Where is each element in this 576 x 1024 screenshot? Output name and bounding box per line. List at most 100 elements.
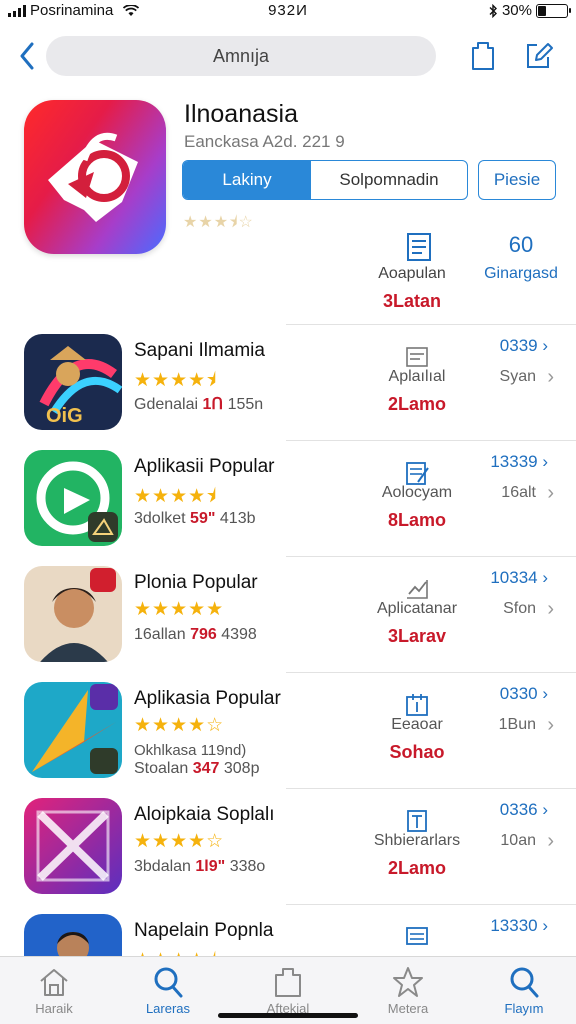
row-label: Aplicatanar — [376, 600, 458, 617]
app-logo-icon — [48, 132, 138, 222]
row-gray-value: 16alt — [501, 484, 536, 501]
document-edit-icon — [406, 462, 429, 485]
meta-red: 796 — [190, 626, 217, 643]
document-icon — [407, 233, 431, 261]
row-red-value: 8Lamo — [387, 510, 447, 530]
chart-icon — [407, 580, 428, 599]
row-label: Eeaoar — [391, 716, 443, 733]
bookmark-button[interactable] — [466, 36, 500, 74]
chevron-right-icon[interactable]: › — [547, 830, 554, 853]
row-red-value: 2Lamo — [387, 858, 447, 878]
row-action-icon — [404, 692, 430, 718]
tab-home[interactable]: Haraik — [4, 965, 104, 1016]
tab-featured[interactable]: Metera — [358, 965, 458, 1016]
edit-button[interactable] — [522, 36, 556, 74]
app-art-icon: OiG — [24, 334, 122, 430]
row-action-icon — [404, 460, 430, 486]
app-meta: Stoalan 347 308p — [134, 760, 259, 778]
status-right: 30% — [488, 2, 571, 19]
home-indicator — [218, 1013, 358, 1018]
back-button[interactable] — [12, 38, 42, 74]
meta-left: Gdenalai — [134, 396, 199, 413]
row-divider — [286, 440, 576, 441]
row-number-link[interactable]: 0330 › — [500, 684, 548, 704]
doc-icon — [407, 810, 427, 832]
rating-stars: ★★★★☆ — [134, 831, 225, 852]
list-item[interactable]: Aplikasii Popular ★★★★⯨ 3dolket 59" 413b Ao… — [0, 440, 576, 556]
status-bar: Posrinamina 932И 30% — [0, 0, 576, 22]
calendar-icon — [406, 694, 428, 716]
tab-search-2[interactable]: Flayım — [474, 965, 574, 1016]
row-divider — [286, 904, 576, 905]
chevron-right-icon[interactable]: › — [547, 482, 554, 505]
app-icon[interactable]: OiG — [24, 334, 122, 430]
meta-left: 3dolket — [134, 510, 186, 527]
preview-button[interactable]: Piesie — [478, 160, 556, 200]
row-divider — [286, 324, 576, 325]
row-gray-value: 10an — [500, 832, 536, 849]
search-icon — [154, 967, 183, 998]
tab-home-label: Haraik — [35, 1001, 73, 1016]
segmented-control: Lakiny Solpomnadin — [182, 160, 468, 200]
chevron-right-icon[interactable]: › — [547, 366, 554, 389]
list-item[interactable]: Plonia Popular ★★★★★ 16allan 796 4398 Aplic… — [0, 556, 576, 672]
list-item[interactable]: Napelain Popnla★★★★⯨13330 › — [0, 904, 576, 1010]
row-gray-value: 1Bun — [498, 716, 536, 733]
meta-right: 413b — [219, 510, 256, 527]
app-art-icon — [24, 450, 122, 546]
svg-text:OiG: OiG — [46, 405, 83, 427]
chevron-left-icon — [20, 42, 34, 70]
row-number-link[interactable]: 13330 › — [490, 916, 548, 936]
segment-left[interactable]: Lakiny — [183, 161, 311, 199]
edit-icon — [527, 43, 553, 68]
battery-fill — [538, 5, 547, 16]
list-item[interactable]: Aplikasia Popular ★★★★☆ Okhlkasa 119nd) Sto… — [0, 672, 576, 788]
hero-app-icon[interactable] — [24, 100, 166, 254]
row-red-value: 3Larav — [387, 626, 447, 646]
app-meta: Gdenalai 1Ո 155n — [134, 394, 263, 414]
row-label: Aplaılıal — [388, 368, 446, 385]
row-divider — [286, 556, 576, 557]
app-name: Napelain Popnla — [134, 920, 274, 941]
tray-icon — [406, 927, 428, 945]
app-icon[interactable] — [24, 450, 122, 546]
row-number-link[interactable]: 13339 › — [490, 452, 548, 472]
bookmark-icon — [472, 42, 494, 70]
app-name: Aplikasii Popular — [134, 456, 275, 477]
app-icon[interactable] — [24, 798, 122, 894]
row-label: Aolocyam — [381, 484, 453, 501]
nav-bar: Amnıja — [0, 34, 576, 78]
tab-search[interactable]: Lareras — [118, 965, 218, 1016]
tab-bag[interactable]: Aftekial — [238, 965, 338, 1016]
app-icon[interactable] — [24, 566, 122, 662]
row-number-link[interactable]: 10334 › — [490, 568, 548, 588]
app-subtitle: Eanckasa A2d. 221 9 — [184, 132, 345, 151]
tab-featured-label: Metera — [387, 1001, 429, 1016]
rating-stars: ★★★★☆ — [134, 715, 225, 736]
meta-right: 338o — [229, 858, 266, 875]
search-field[interactable]: Amnıja — [46, 36, 436, 76]
home-icon — [40, 969, 68, 996]
row-number-link[interactable]: 0336 › — [500, 800, 548, 820]
row-number-link[interactable]: 0339 › — [500, 336, 548, 356]
list-icon — [406, 347, 428, 367]
list-item[interactable]: Aloipkaia Soplalı ★★★★☆ 3bdalan 1l9" 338o S… — [0, 788, 576, 904]
app-icon[interactable] — [24, 682, 122, 778]
meta-red: 347 — [192, 760, 220, 777]
segment-right[interactable]: Solpomnadin — [311, 161, 467, 199]
meta-right: 308p — [223, 760, 260, 777]
chevron-right-icon[interactable]: › — [547, 714, 554, 737]
stat-left-value: 3Latan — [382, 291, 442, 311]
app-art-icon — [24, 682, 122, 778]
row-divider — [286, 788, 576, 789]
app-meta: 3dolket 59" 413b — [134, 510, 255, 528]
list-item[interactable]: OiG Sapani Ilmamia ★★★★⯨ Gdenalai 1Ո 155n Ap… — [0, 324, 576, 440]
app-meta: 16allan 796 4398 — [134, 626, 257, 644]
search-icon — [510, 967, 539, 998]
stat-right-number: 60 — [508, 232, 534, 257]
rating-stars: ★★★★★ — [134, 599, 225, 620]
chevron-right-icon[interactable]: › — [547, 598, 554, 621]
meta-right: 4398 — [221, 626, 257, 643]
meta-right: 155n — [227, 396, 264, 413]
app-title: Ilnoanasia — [184, 100, 298, 128]
